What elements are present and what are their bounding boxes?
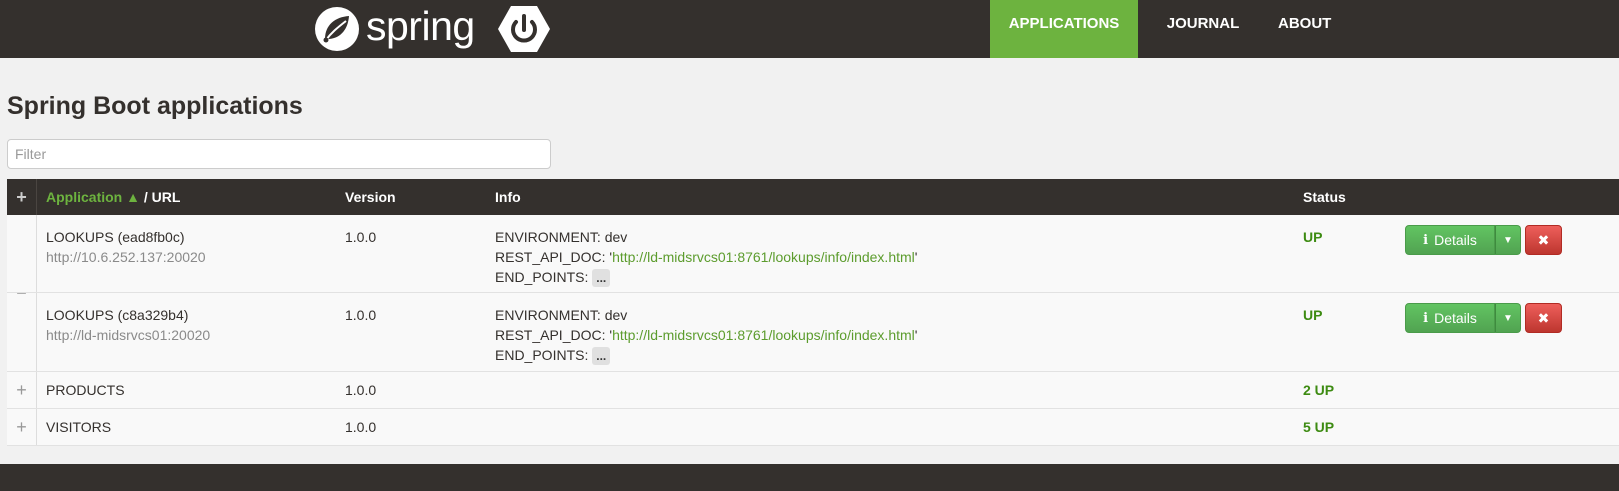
application-sort-label[interactable]: Application ▲ xyxy=(46,189,140,205)
row-actions: i Details ▼ ✖ xyxy=(1405,225,1562,255)
expand-group-toggle[interactable]: + xyxy=(7,409,37,445)
app-info: ENVIRONMENT: dev REST_API_DOC: 'http://l… xyxy=(495,305,918,366)
url-column-label: / URL xyxy=(139,189,181,205)
nav-applications[interactable]: APPLICATIONS xyxy=(990,0,1138,58)
nav-about[interactable]: ABOUT xyxy=(1268,0,1340,58)
endpoints-expand-button[interactable]: ... xyxy=(592,269,611,288)
remove-button[interactable]: ✖ xyxy=(1525,225,1562,255)
status-badge: UP xyxy=(1303,307,1323,323)
status-badge: 5 UP xyxy=(1303,419,1335,435)
filter-input[interactable] xyxy=(7,139,551,169)
spring-leaf-icon xyxy=(315,7,359,51)
details-button[interactable]: i Details xyxy=(1405,225,1495,255)
footer-bar xyxy=(0,464,1619,491)
nav-journal[interactable]: JOURNAL xyxy=(1138,0,1268,58)
status-badge: UP xyxy=(1303,229,1323,245)
status-badge: 2 UP xyxy=(1303,382,1335,398)
app-url: http://10.6.252.137:20020 xyxy=(46,249,206,265)
app-version: 1.0.0 xyxy=(345,382,377,398)
version-column-header[interactable]: Version xyxy=(345,179,396,215)
app-version: 1.0.0 xyxy=(345,307,377,323)
close-icon: ✖ xyxy=(1537,309,1550,326)
info-rest-label: REST_API_DOC: xyxy=(495,327,606,343)
main-nav: APPLICATIONS JOURNAL ABOUT xyxy=(990,0,1619,58)
remove-button[interactable]: ✖ xyxy=(1525,303,1562,333)
caret-down-icon: ▼ xyxy=(1503,312,1513,324)
table-row: LOOKUPS (ead8fb0c) http://10.6.252.137:2… xyxy=(7,215,1619,293)
app-name: LOOKUPS (c8a329b4) xyxy=(46,307,189,323)
app-url: http://ld-midsrvcs01:20020 xyxy=(46,327,211,343)
expand-group-toggle[interactable]: + xyxy=(7,372,37,408)
table-row: + PRODUCTS 1.0.0 2 UP xyxy=(7,372,1619,409)
info-endpoints-label: END_POINTS: xyxy=(495,347,589,363)
info-env-value: dev xyxy=(604,229,628,245)
app-version: 1.0.0 xyxy=(345,419,377,435)
info-env-label: ENVIRONMENT: xyxy=(495,229,601,245)
info-column-header: Info xyxy=(495,189,521,205)
expanded-group-lookups: − LOOKUPS (ead8fb0c) http://10.6.252.137… xyxy=(7,215,1619,372)
row-actions: i Details ▼ ✖ xyxy=(1405,303,1562,333)
app-info: ENVIRONMENT: dev REST_API_DOC: 'http://l… xyxy=(495,227,918,288)
details-dropdown-button[interactable]: ▼ xyxy=(1495,303,1521,333)
info-endpoints-label: END_POINTS: xyxy=(495,269,589,285)
info-rest-label: REST_API_DOC: xyxy=(495,249,606,265)
info-env-label: ENVIRONMENT: xyxy=(495,307,601,323)
details-dropdown-button[interactable]: ▼ xyxy=(1495,225,1521,255)
logo-text: spring xyxy=(366,2,475,49)
details-label: Details xyxy=(1434,232,1477,248)
quote-close: ' xyxy=(914,327,918,343)
app-name: PRODUCTS xyxy=(46,382,125,398)
applications-table: + Application ▲ / URL Version Info Statu… xyxy=(7,179,1619,446)
app-name: LOOKUPS (ead8fb0c) xyxy=(46,229,185,245)
quote-close: ' xyxy=(914,249,918,265)
spring-logo[interactable]: spring xyxy=(313,0,551,58)
caret-down-icon: ▼ xyxy=(1503,234,1513,246)
info-env-value: dev xyxy=(604,307,628,323)
details-button[interactable]: i Details xyxy=(1405,303,1495,333)
page-title: Spring Boot applications xyxy=(7,92,303,120)
info-icon: i xyxy=(1423,310,1429,326)
status-column-header[interactable]: Status xyxy=(1303,179,1346,215)
details-label: Details xyxy=(1434,310,1477,326)
endpoints-expand-button[interactable]: ... xyxy=(592,347,611,366)
table-row: + VISITORS 1.0.0 5 UP xyxy=(7,409,1619,446)
app-name: VISITORS xyxy=(46,419,112,435)
application-column-header[interactable]: Application ▲ / URL xyxy=(46,179,180,215)
close-icon: ✖ xyxy=(1537,231,1550,248)
rest-api-doc-link[interactable]: http://ld-midsrvcs01:8761/lookups/info/i… xyxy=(612,327,915,343)
app-version: 1.0.0 xyxy=(345,229,377,245)
top-navbar: spring APPLICATIONS JOURNAL ABOUT xyxy=(0,0,1619,58)
spring-boot-power-icon xyxy=(497,6,550,52)
info-icon: i xyxy=(1423,232,1429,248)
rest-api-doc-link[interactable]: http://ld-midsrvcs01:8761/lookups/info/i… xyxy=(612,249,915,265)
table-header: + Application ▲ / URL Version Info Statu… xyxy=(7,179,1619,215)
expand-all-toggle[interactable]: + xyxy=(7,179,37,215)
table-row: LOOKUPS (c8a329b4) http://ld-midsrvcs01:… xyxy=(7,293,1619,371)
